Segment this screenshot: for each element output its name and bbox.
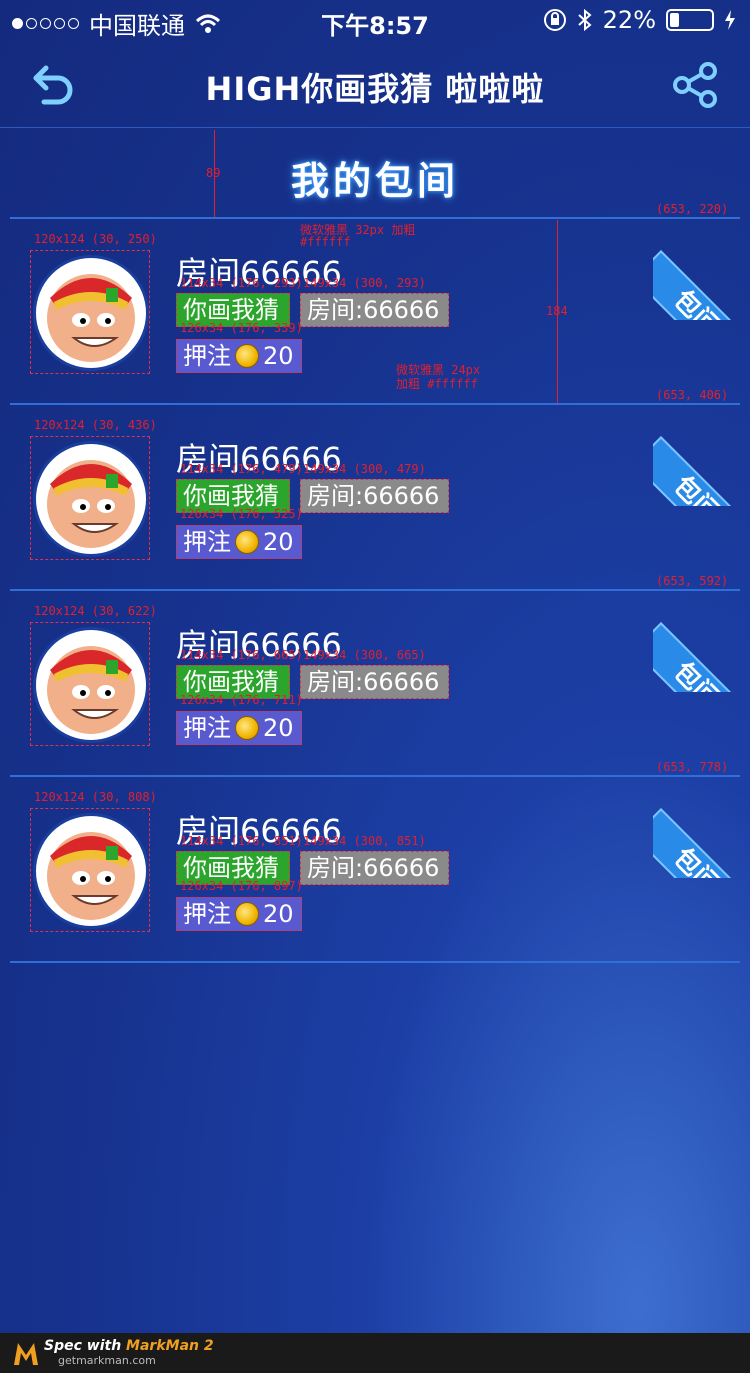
room-row[interactable]: 120x124 (30, 250) 房间66666 114x34 (176, 2… xyxy=(0,202,750,406)
ribbon-label: 包间 xyxy=(653,622,750,692)
private-room-ribbon: 包间 xyxy=(653,778,750,878)
footer-brand: MarkMan 2 xyxy=(126,1338,214,1354)
nav-header: HIGH你画我猜 啦啦啦 xyxy=(0,40,750,128)
private-room-ribbon: 包间 xyxy=(653,406,750,506)
anno-ribbon: (653, 406) xyxy=(656,388,729,402)
bet-tag: 押注 20 xyxy=(176,525,302,559)
anno-bet-tag: 126x34 (176, 711) xyxy=(180,693,303,707)
bet-value: 20 xyxy=(263,900,294,928)
anno-ribbon: (653, 778) xyxy=(656,760,729,774)
list-divider xyxy=(10,217,740,219)
ribbon-label: 包间 xyxy=(653,808,750,878)
ribbon-label: 包间 xyxy=(653,436,750,506)
status-right: 22% xyxy=(543,6,736,34)
anno-ribbon: (653, 592) xyxy=(656,574,729,588)
markman-logo-icon xyxy=(14,1343,38,1365)
private-room-ribbon: 包间 xyxy=(653,592,750,692)
room-row[interactable]: 120x124 (30, 808) 房间66666 114x34 (176, 8… xyxy=(0,760,750,964)
avatar-face-icon xyxy=(47,646,135,734)
room-avatar xyxy=(30,250,150,374)
anno-room-tag: 149x34 (300, 665) xyxy=(303,648,426,662)
anno-avatar: 120x124 (30, 250) xyxy=(34,232,157,246)
coin-icon xyxy=(235,530,259,554)
coin-icon xyxy=(235,344,259,368)
anno-bet-tag: 126x34 (176, 339) xyxy=(180,321,303,335)
bluetooth-icon xyxy=(577,8,592,32)
coin-icon xyxy=(235,902,259,926)
bet-tag: 押注 20 xyxy=(176,897,302,931)
bet-label: 押注 xyxy=(183,714,231,742)
measure-label-header-gap: 89 xyxy=(206,166,221,180)
bet-tag: 押注 20 xyxy=(176,711,302,745)
footer-url: getmarkman.com xyxy=(58,1354,156,1367)
room-id-tag: 房间:66666 xyxy=(300,479,449,513)
footer-spec-text: Spec with MarkMan 2 xyxy=(44,1338,214,1354)
bet-label: 押注 xyxy=(183,900,231,928)
anno-avatar: 120x124 (30, 808) xyxy=(34,790,157,804)
charging-icon xyxy=(725,10,735,30)
section-title: 我的包间 xyxy=(290,159,459,203)
anno-room-tag: 149x34 (300, 479) xyxy=(303,462,426,476)
page-title: HIGH你画我猜 啦啦啦 xyxy=(205,70,545,108)
bet-value: 20 xyxy=(263,714,294,742)
anno-room-tag: 149x34 (300, 293) xyxy=(303,276,426,290)
anno-game-tag: 114x34 (176, 293) xyxy=(180,276,303,290)
avatar-face-icon xyxy=(47,832,135,920)
anno-game-tag: 114x34 (176, 479) xyxy=(180,462,303,476)
anno-ribbon: (653, 220) xyxy=(656,202,729,216)
bet-tag: 押注 20 xyxy=(176,339,302,373)
anno-avatar: 120x124 (30, 436) xyxy=(34,418,157,432)
battery-icon xyxy=(666,9,714,31)
room-row[interactable]: 120x124 (30, 622) 房间66666 114x34 (176, 6… xyxy=(0,574,750,778)
coin-icon xyxy=(235,716,259,740)
anno-avatar: 120x124 (30, 622) xyxy=(34,604,157,618)
anno-bet-tag: 126x34 (176, 897) xyxy=(180,879,303,893)
bet-label: 押注 xyxy=(183,342,231,370)
bet-value: 20 xyxy=(263,528,294,556)
anno-bet-tag: 126x34 (176, 525) xyxy=(180,507,303,521)
rotation-lock-icon xyxy=(543,9,566,31)
markman-footer: Spec with MarkMan 2 getmarkman.com xyxy=(0,1333,750,1373)
room-avatar xyxy=(30,808,150,932)
ribbon-label: 包间 xyxy=(653,250,750,320)
anno-game-tag: 114x34 (176, 665) xyxy=(180,648,303,662)
anno-game-tag: 114x34 (176, 851) xyxy=(180,834,303,848)
room-avatar xyxy=(30,436,150,560)
status-bar: 中国联通 下午8:57 22% xyxy=(0,0,750,40)
avatar-face-icon xyxy=(47,274,135,362)
bet-label: 押注 xyxy=(183,528,231,556)
room-id-tag: 房间:66666 xyxy=(300,293,449,327)
private-room-ribbon: 包间 xyxy=(653,220,750,320)
room-id-tag: 房间:66666 xyxy=(300,851,449,885)
room-id-tag: 房间:66666 xyxy=(300,665,449,699)
room-row[interactable]: 120x124 (30, 436) 房间66666 114x34 (176, 4… xyxy=(0,388,750,592)
avatar-face-icon xyxy=(47,460,135,548)
battery-percent: 22% xyxy=(602,6,656,34)
anno-room-tag: 149x34 (300, 851) xyxy=(303,834,426,848)
room-avatar xyxy=(30,622,150,746)
share-icon[interactable] xyxy=(672,62,718,108)
bet-value: 20 xyxy=(263,342,294,370)
